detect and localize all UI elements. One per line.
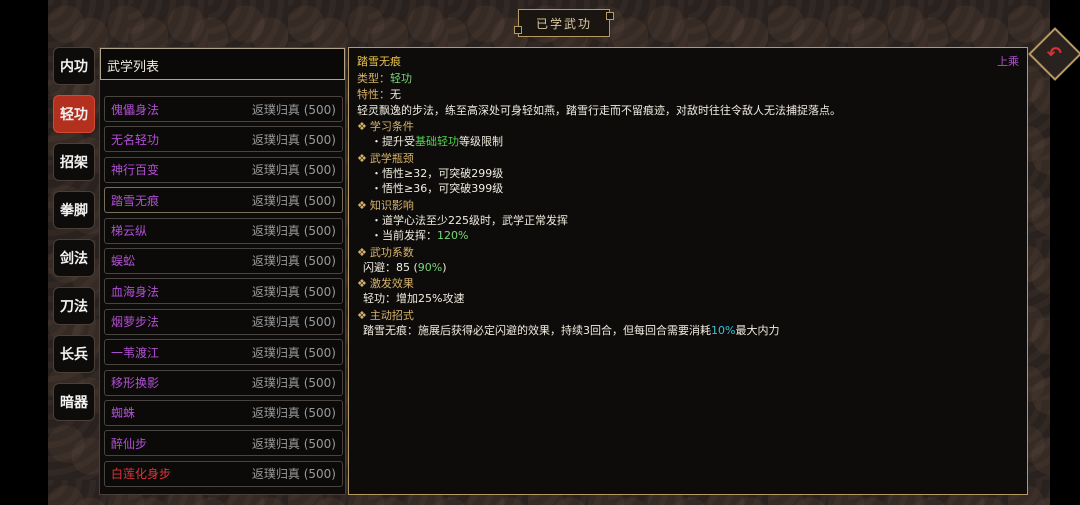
skill-description: 轻灵飘逸的步法，练至高深处可身轻如燕，踏雪行走而不留痕迹，对敌时往往令敌人无法捕… xyxy=(357,103,841,117)
trait-key: 特性： xyxy=(357,87,390,101)
skill-row-rank: 返璞归真 (500) xyxy=(251,406,336,421)
skill-row-rank: 返璞归真 (500) xyxy=(251,102,336,117)
knowledge-line: ・道学心法至少225级时，武学正常发挥 xyxy=(371,213,568,227)
skill-list-header: 武学列表 xyxy=(100,48,345,80)
skill-row-rank: 返璞归真 (500) xyxy=(251,376,336,391)
skill-trait: 特性：无 xyxy=(357,87,1019,102)
learn-condition: ・提升受基础轻功等级限制 xyxy=(371,135,503,149)
screen-left-margin xyxy=(0,0,48,505)
skill-row-name: 移形换影 xyxy=(111,376,160,391)
window-title-text: 已学武功 xyxy=(535,16,592,31)
skill-row-name: 无名轻功 xyxy=(111,132,160,147)
section-bottleneck: ❖ 武学瓶颈 xyxy=(357,151,414,165)
section-trigger: ❖ 激发效果 xyxy=(357,277,414,291)
return-arrow-icon: ↶ xyxy=(1047,43,1063,65)
tab-quanjiao[interactable]: 拳脚 xyxy=(53,191,95,229)
title-ornament-left xyxy=(514,26,522,34)
skill-row-rank: 返璞归真 (500) xyxy=(251,436,336,451)
tab-daofa[interactable]: 刀法 xyxy=(53,287,95,325)
skill-row-name: 梯云纵 xyxy=(111,224,148,239)
skill-row-rank: 返璞归真 (500) xyxy=(251,284,336,299)
skill-row-name: 烟萝步法 xyxy=(111,315,160,330)
active-line: 踏雪无痕：施展后获得必定闪避的效果，持续3回合，但每回合需要消耗10%最大内力 xyxy=(363,324,780,338)
skill-row-name: 一苇渡江 xyxy=(111,345,160,360)
knowledge-line: ・当前发挥：120% xyxy=(371,229,469,243)
skill-row[interactable]: 傀儡身法 返璞归真 (500) xyxy=(104,96,343,122)
equip-button[interactable]: 上乘 xyxy=(997,54,1019,69)
diamond-bullet-icon: ❖ xyxy=(357,308,367,322)
skill-row-name: 白莲化身步 xyxy=(111,467,172,482)
skill-row-name: 蜈蚣 xyxy=(111,254,136,269)
skill-row-name: 傀儡身法 xyxy=(111,102,160,117)
type-value: 轻功 xyxy=(390,72,412,86)
skill-row[interactable]: 梯云纵 返璞归真 (500) xyxy=(104,217,343,244)
type-key: 类型： xyxy=(357,72,390,86)
tab-anqi[interactable]: 暗器 xyxy=(53,383,95,421)
tab-qinggong[interactable]: 轻功 xyxy=(53,95,95,133)
skill-row-rank: 返璞归真 (500) xyxy=(251,254,336,269)
tab-jianfa[interactable]: 剑法 xyxy=(53,239,95,277)
skill-type: 类型：轻功 xyxy=(357,71,1019,86)
skill-row-name: 蜘蛛 xyxy=(111,406,136,421)
skill-row-name: 血海身法 xyxy=(111,284,160,299)
section-active: ❖ 主动招式 xyxy=(357,308,414,322)
tab-neigong[interactable]: 内功 xyxy=(53,47,95,85)
tab-zhaojia[interactable]: 招架 xyxy=(53,143,95,181)
skill-row[interactable]: 血海身法 返璞归真 (500) xyxy=(104,278,343,305)
skill-list: 傀儡身法 返璞归真 (500) 无名轻功 返璞归真 (500) 神行百变 返璞归真 (50… xyxy=(104,96,343,491)
skill-row-rank: 返璞归真 (500) xyxy=(251,224,336,239)
diamond-bullet-icon: ❖ xyxy=(357,198,367,212)
diamond-bullet-icon: ❖ xyxy=(357,151,367,165)
skill-detail-panel: 踏雪无痕 上乘 类型：轻功 特性：无 轻灵飘逸的步法，练至高深处可身轻如燕，踏雪… xyxy=(348,47,1028,495)
section-coefficient: ❖ 武功系数 xyxy=(357,245,414,259)
skill-title: 踏雪无痕 xyxy=(357,55,401,68)
trait-value: 无 xyxy=(390,87,401,101)
tab-changbing[interactable]: 长兵 xyxy=(53,335,95,373)
window-title: 已学武功 xyxy=(514,9,614,37)
diamond-bullet-icon: ❖ xyxy=(357,277,367,291)
diamond-bullet-icon: ❖ xyxy=(357,245,367,259)
skill-row[interactable]: 移形换影 返璞归真 (500) xyxy=(104,369,343,396)
section-knowledge: ❖ 知识影响 xyxy=(357,198,414,212)
skill-row[interactable]: 无名轻功 返璞归真 (500) xyxy=(104,126,343,153)
skill-row[interactable]: 神行百变 返璞归真 (500) xyxy=(104,156,343,183)
skill-row[interactable]: 白莲化身步 返璞归真 (500) xyxy=(104,460,343,487)
section-learn: ❖ 学习条件 xyxy=(357,120,414,134)
skill-row-name: 神行百变 xyxy=(111,163,160,178)
bottleneck-line: ・悟性≥32，可突破299级 xyxy=(371,167,504,181)
coefficient-line: 闪避：85 (90%) xyxy=(363,260,447,274)
title-ornament-right xyxy=(606,12,614,20)
skill-row-rank: 返璞归真 (500) xyxy=(251,467,336,482)
skill-row-rank: 返璞归真 (500) xyxy=(251,315,336,330)
diamond-bullet-icon: ❖ xyxy=(357,120,367,134)
category-tabs: 内功 轻功 招架 拳脚 剑法 刀法 长兵 暗器 xyxy=(53,47,95,431)
bottleneck-line: ・悟性≥36，可突破399级 xyxy=(371,182,504,196)
trigger-line: 轻功：增加25%攻速 xyxy=(363,292,465,306)
skill-row[interactable]: 蜘蛛 返璞归真 (500) xyxy=(104,399,343,426)
skill-row-name: 醉仙步 xyxy=(111,436,148,451)
skill-row-rank: 返璞归真 (500) xyxy=(251,193,336,208)
skill-row-name: 踏雪无痕 xyxy=(111,193,160,208)
skill-row-rank: 返璞归真 (500) xyxy=(251,345,336,360)
skill-row[interactable]: 醉仙步 返璞归真 (500) xyxy=(104,430,343,457)
skill-row[interactable]: 踏雪无痕 返璞归真 (500) xyxy=(104,187,343,214)
skill-row[interactable]: 蜈蚣 返璞归真 (500) xyxy=(104,247,343,274)
skill-row-rank: 返璞归真 (500) xyxy=(251,132,336,147)
skill-row[interactable]: 烟萝步法 返璞归真 (500) xyxy=(104,308,343,335)
skill-list-panel[interactable]: 武学列表 傀儡身法 返璞归真 (500) 无名轻功 返璞归真 (500) 神行百变 返璞归… xyxy=(99,47,346,495)
skill-row-rank: 返璞归真 (500) xyxy=(251,163,336,178)
skill-row[interactable]: 一苇渡江 返璞归真 (500) xyxy=(104,339,343,366)
